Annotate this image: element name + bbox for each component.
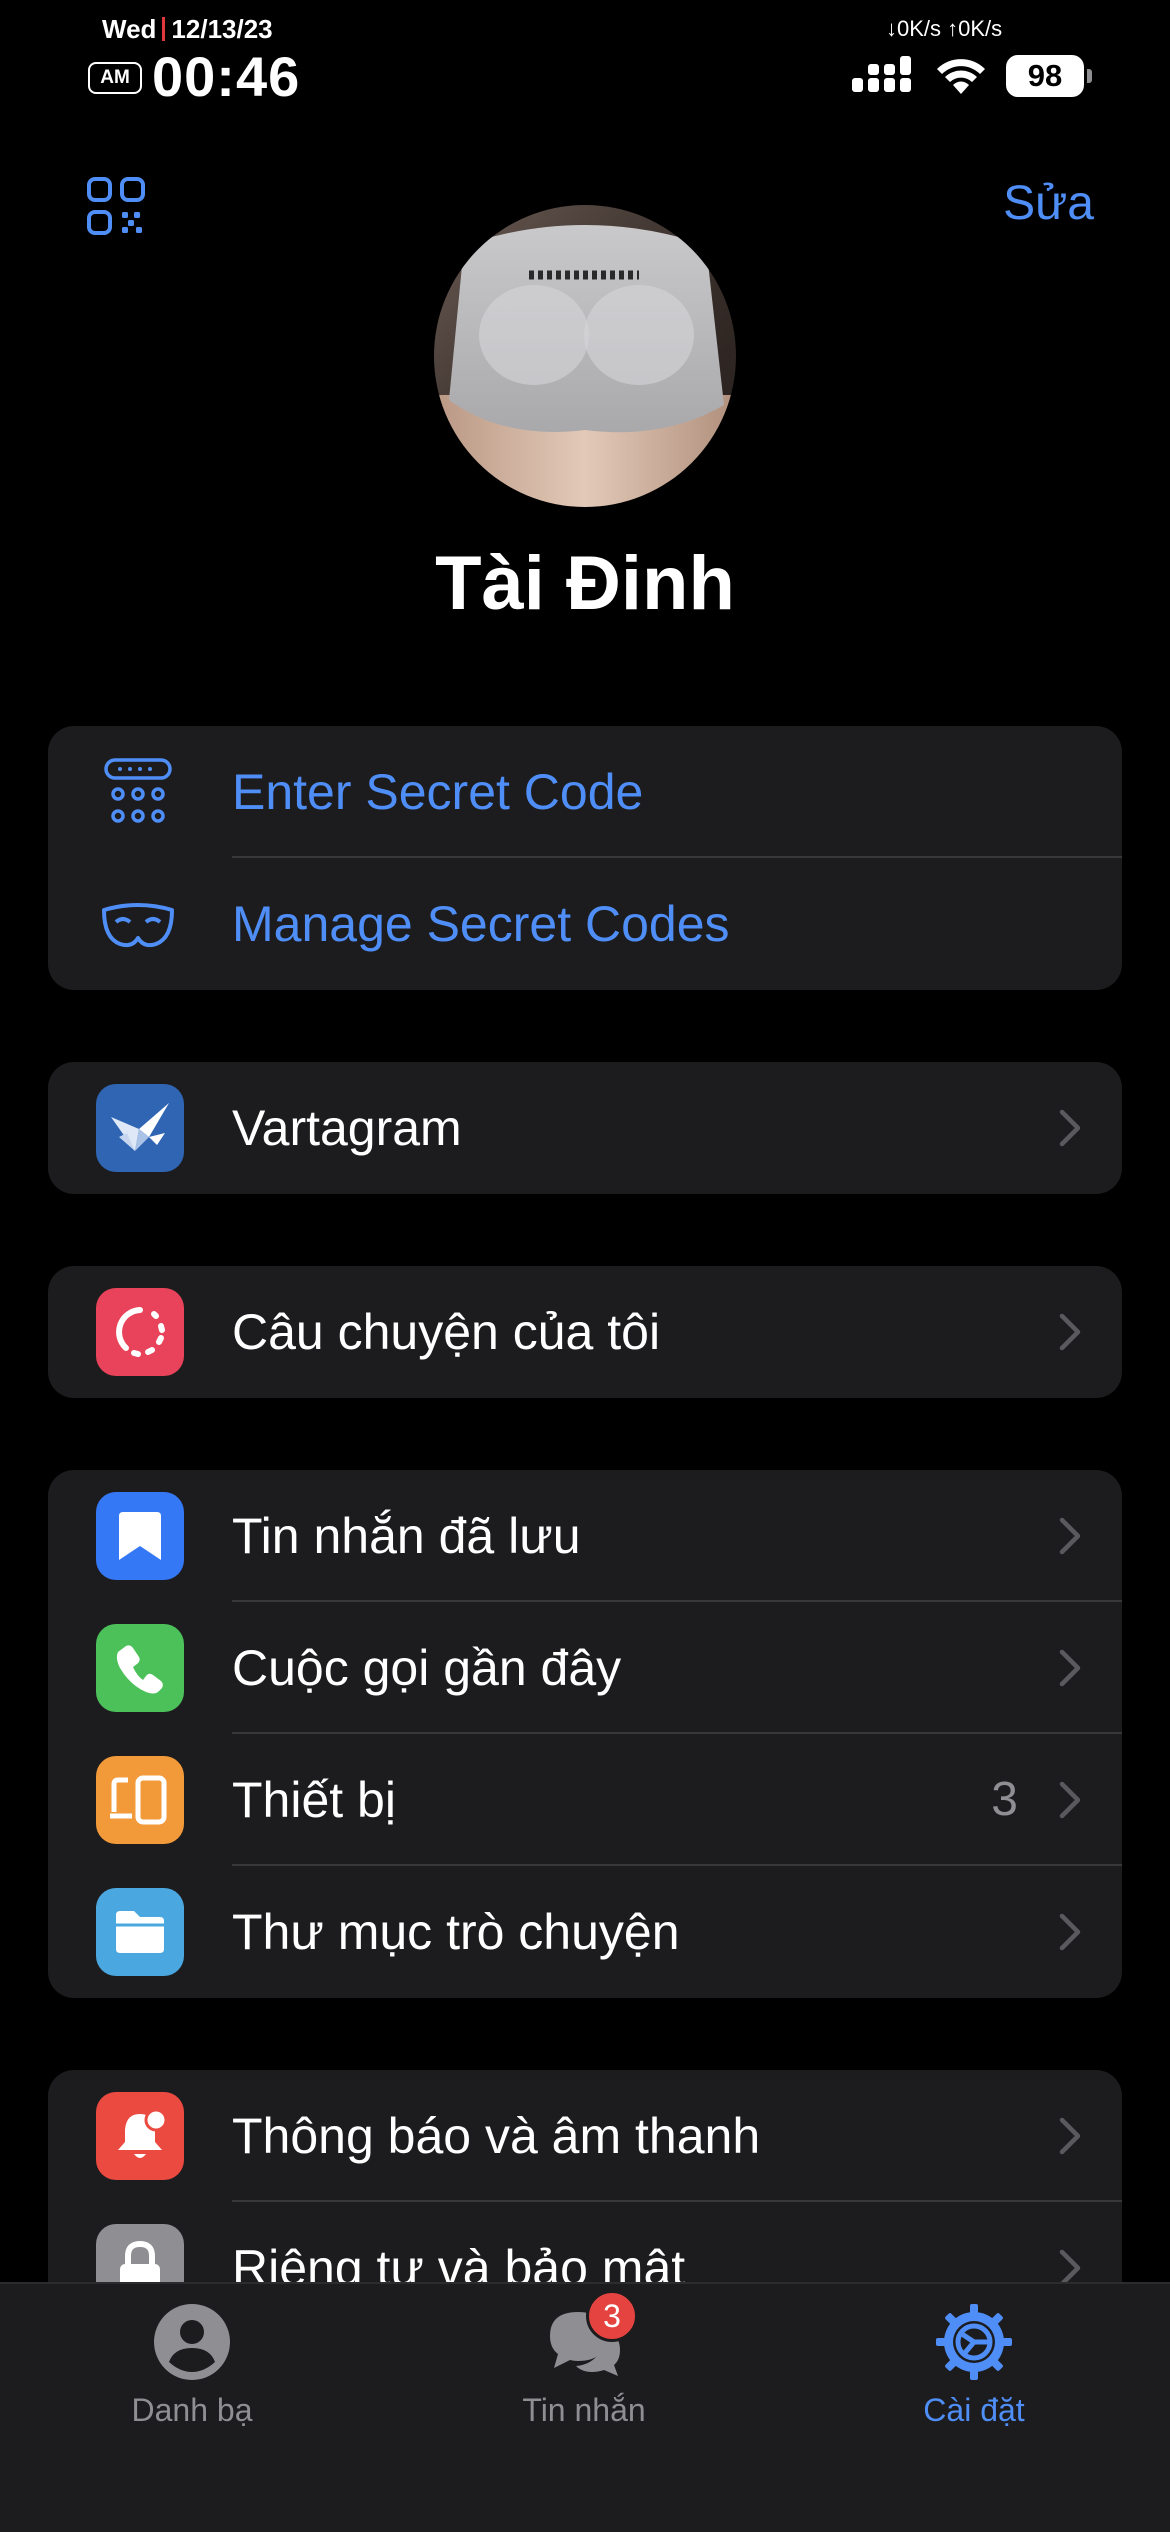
qr-code-icon[interactable] — [86, 176, 146, 236]
tab-settings-label: Cài đặt — [923, 2392, 1025, 2428]
keypad-icon — [104, 758, 172, 823]
tab-contacts[interactable]: Danh bạ — [42, 2284, 342, 2484]
bookmark-icon — [96, 1492, 184, 1580]
avatar[interactable] — [434, 205, 736, 507]
enter-secret-code-row[interactable]: Enter Secret Code — [48, 726, 1122, 858]
my-stories-label: Câu chuyện của tôi — [232, 1304, 661, 1360]
phone-icon — [96, 1624, 184, 1712]
enter-secret-code-label: Enter Secret Code — [232, 764, 644, 820]
tab-chats[interactable]: Tin nhắn — [434, 2284, 734, 2484]
story-ring-icon — [96, 1288, 184, 1376]
profile-name: Tài Đinh — [435, 541, 735, 626]
chevron-right-icon — [1059, 1913, 1081, 1951]
vartagram-row[interactable]: Vartagram — [48, 1062, 1122, 1194]
chevron-right-icon — [1059, 1313, 1081, 1351]
unread-badge: 3 — [586, 2290, 638, 2342]
saved-messages-row[interactable]: Tin nhắn đã lưu — [48, 1470, 1122, 1602]
tab-settings[interactable]: Cài đặt — [824, 2284, 1124, 2484]
chat-folders-label: Thư mục trò chuyện — [232, 1904, 680, 1960]
mask-icon — [102, 903, 174, 948]
saved-messages-label: Tin nhắn đã lưu — [232, 1508, 581, 1564]
devices-icon — [96, 1756, 184, 1844]
settings-gear-icon — [936, 2304, 1012, 2380]
signal-icon — [852, 56, 911, 92]
status-date-text: 12/13/23 — [171, 14, 273, 44]
devices-count: 3 — [991, 1773, 1018, 1826]
secret-codes-group: Enter Secret Code Manage Secret Codes — [48, 726, 1122, 990]
bell-icon — [96, 2092, 184, 2180]
chevron-right-icon — [1059, 1517, 1081, 1555]
am-pm-badge: AM — [88, 62, 142, 94]
status-day: Wed — [102, 14, 157, 44]
status-bar: Wed 12/13/23 AM 00:46 ↓0K/s ↑0K/s 98 — [0, 0, 1170, 120]
paper-crane-icon — [96, 1084, 184, 1172]
battery-level: 98 — [1006, 55, 1084, 97]
contacts-icon — [154, 2304, 230, 2380]
tab-contacts-label: Danh bạ — [131, 2392, 253, 2428]
folder-icon — [96, 1888, 184, 1976]
status-time: 00:46 — [152, 45, 301, 108]
status-separator — [162, 17, 166, 41]
notifications-label: Thông báo và âm thanh — [232, 2108, 761, 2164]
devices-label: Thiết bị — [232, 1772, 396, 1828]
devices-row[interactable]: Thiết bị 3 — [48, 1734, 1122, 1866]
recent-calls-row[interactable]: Cuộc gọi gần đây — [48, 1602, 1122, 1734]
chevron-right-icon — [1059, 1781, 1081, 1819]
manage-secret-codes-row[interactable]: Manage Secret Codes — [48, 858, 1122, 990]
status-date: Wed 12/13/23 — [102, 14, 273, 45]
chat-folders-row[interactable]: Thư mục trò chuyện — [48, 1866, 1122, 1998]
tab-bar: Danh bạ Tin nhắn Cài đặt — [0, 2282, 1170, 2532]
notifications-row[interactable]: Thông báo và âm thanh — [48, 2070, 1122, 2202]
edit-button[interactable]: Sửa — [1003, 176, 1094, 231]
my-stories-row[interactable]: Câu chuyện của tôi — [48, 1266, 1122, 1398]
vartagram-group: Vartagram — [48, 1062, 1122, 1194]
vartagram-label: Vartagram — [232, 1100, 462, 1156]
chevron-right-icon — [1059, 1109, 1081, 1147]
battery-nub — [1087, 69, 1092, 83]
stories-group: Câu chuyện của tôi — [48, 1266, 1122, 1398]
main-group: Tin nhắn đã lưu Cuộc gọi gần đây Thiết b… — [48, 1470, 1122, 1998]
manage-secret-codes-label: Manage Secret Codes — [232, 896, 730, 952]
network-speed: ↓0K/s ↑0K/s — [886, 16, 1003, 41]
chevron-right-icon — [1059, 2117, 1081, 2155]
chevron-right-icon — [1059, 1649, 1081, 1687]
recent-calls-label: Cuộc gọi gần đây — [232, 1640, 622, 1696]
battery-icon: 98 — [1006, 55, 1092, 97]
tab-chats-label: Tin nhắn — [522, 2392, 646, 2428]
wifi-icon — [937, 59, 985, 94]
